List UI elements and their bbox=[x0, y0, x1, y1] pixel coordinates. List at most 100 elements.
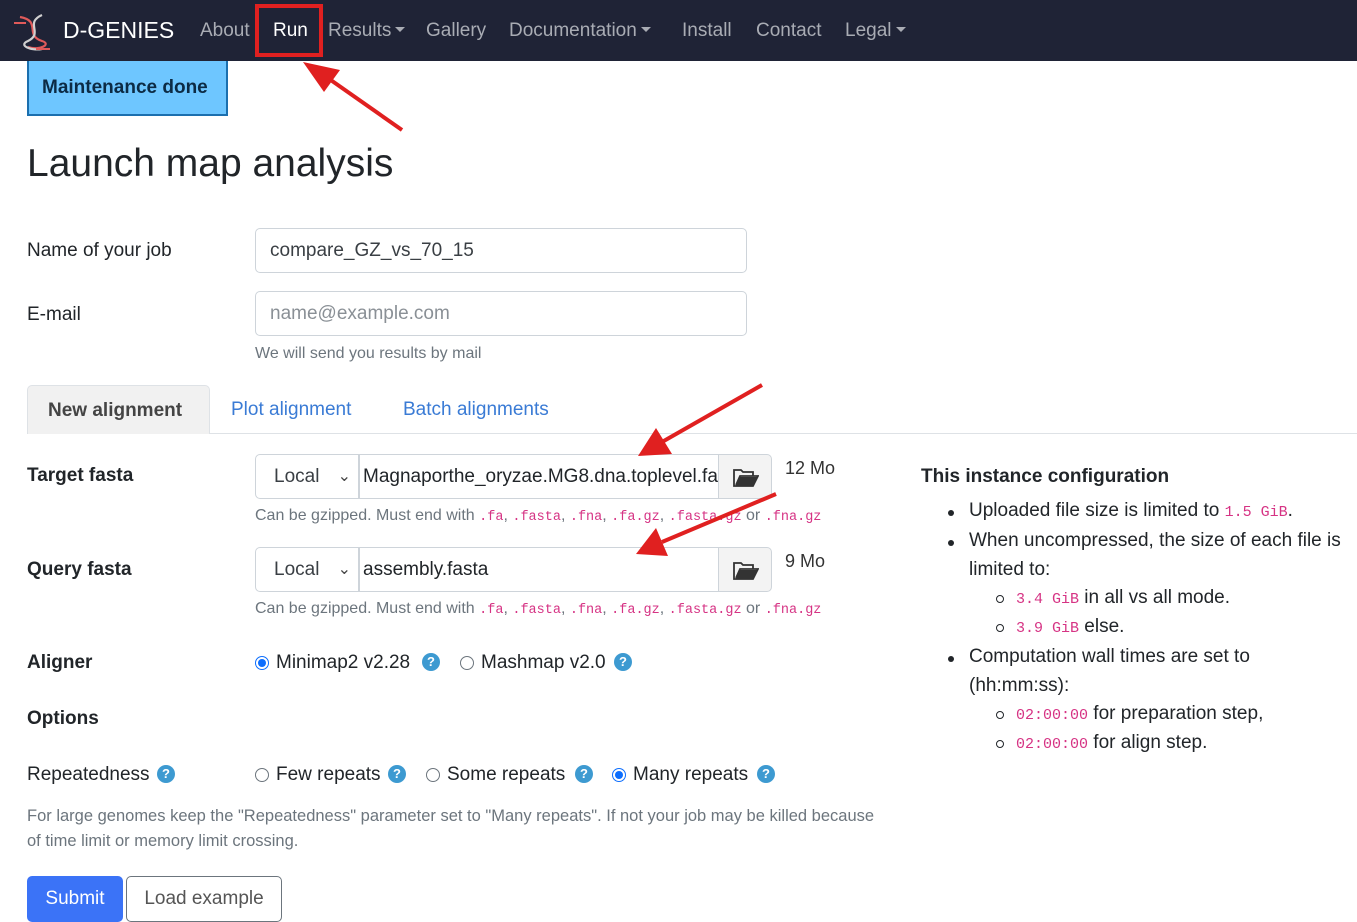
prep-suffix: for preparation step, bbox=[1093, 703, 1264, 724]
ext-fna: .fna bbox=[569, 603, 603, 618]
dgenies-logo-icon[interactable] bbox=[12, 11, 56, 53]
arrow-to-target-icon bbox=[638, 383, 763, 456]
nav-results-label: Results bbox=[328, 20, 392, 41]
config-wall-line1: Computation wall times are set to bbox=[969, 646, 1250, 667]
nav-legal-label: Legal bbox=[845, 20, 892, 41]
top-navbar: D-GENIES About Run Results Gallery Docum… bbox=[0, 0, 1357, 61]
help-prefix: Can be gzipped. Must end with bbox=[255, 600, 475, 617]
query-file-name[interactable]: assembly.fasta bbox=[359, 547, 719, 592]
list-bullet bbox=[948, 510, 954, 516]
aligner-minimap2-label[interactable]: Minimap2 v2.28 bbox=[276, 652, 410, 674]
query-browse-button[interactable] bbox=[718, 547, 772, 592]
chevron-down-icon: ⌄ bbox=[337, 468, 351, 485]
list-circle bbox=[996, 740, 1004, 748]
config-uncompressed-line1: When uncompressed, the size of each file… bbox=[969, 530, 1341, 551]
job-name-input[interactable]: compare_GZ_vs_70_15 bbox=[255, 228, 747, 273]
list-bullet bbox=[948, 656, 954, 662]
config-prep-time: 02:00:00 for preparation step, bbox=[1016, 703, 1263, 725]
target-browse-button[interactable] bbox=[718, 454, 772, 499]
aligner-minimap2-radio[interactable] bbox=[255, 656, 269, 670]
aligner-mashmap-label[interactable]: Mashmap v2.0 bbox=[481, 652, 606, 674]
nav-documentation-label: Documentation bbox=[509, 20, 637, 41]
prep-value: 02:00:00 bbox=[1016, 707, 1089, 724]
ext-fna-gz: .fna.gz bbox=[764, 603, 822, 618]
repeatedness-label: Repeatedness bbox=[27, 764, 150, 785]
target-file-size: 12 Mo bbox=[785, 458, 836, 478]
help-question-icon[interactable]: ? bbox=[757, 765, 775, 783]
brand-name[interactable]: D-GENIES bbox=[63, 17, 174, 44]
config-allvsall: 3.4 GiB in all vs all mode. bbox=[1016, 587, 1230, 609]
ext-fa: .fa bbox=[479, 510, 504, 525]
submit-button[interactable]: Submit bbox=[27, 876, 123, 922]
help-question-icon[interactable]: ? bbox=[157, 765, 175, 783]
chevron-down-icon bbox=[395, 27, 406, 32]
allvsall-suffix: in all vs all mode. bbox=[1084, 587, 1231, 608]
email-label: E-mail bbox=[27, 304, 81, 325]
nav-about[interactable]: About bbox=[200, 20, 250, 42]
chevron-down-icon bbox=[640, 27, 651, 32]
page-title: Launch map analysis bbox=[27, 142, 394, 185]
tab-plot-alignment[interactable]: Plot alignment bbox=[231, 399, 351, 421]
load-example-button[interactable]: Load example bbox=[126, 876, 282, 922]
ext-fa-gz: .fa.gz bbox=[611, 510, 660, 525]
tab-batch-alignments[interactable]: Batch alignments bbox=[403, 399, 549, 421]
config-title: This instance configuration bbox=[921, 466, 1170, 487]
aligner-mashmap-radio[interactable] bbox=[460, 656, 474, 670]
ext-fasta: .fasta bbox=[512, 603, 561, 618]
target-source-value: Local bbox=[274, 466, 320, 487]
help-question-icon[interactable]: ? bbox=[422, 653, 440, 671]
config-uncompressed-line2: limited to: bbox=[969, 559, 1051, 580]
target-help-text: Can be gzipped. Must end with .fa, .fast… bbox=[255, 507, 822, 525]
few-repeats-radio[interactable] bbox=[255, 768, 269, 782]
target-file-name[interactable]: Magnaporthe_oryzae.MG8.dna.toplevel.fa bbox=[359, 454, 719, 499]
else-value: 3.9 GiB bbox=[1016, 620, 1080, 637]
tab-new-alignment[interactable]: New alignment bbox=[27, 385, 210, 434]
ext-fasta: .fasta bbox=[512, 510, 561, 525]
tab-divider bbox=[27, 433, 1357, 434]
help-or: or bbox=[746, 600, 761, 617]
config-else: 3.9 GiB else. bbox=[1016, 616, 1124, 638]
few-repeats-label[interactable]: Few repeats bbox=[276, 764, 381, 786]
repeatedness-note: For large genomes keep the "Repeatedness… bbox=[27, 807, 875, 850]
email-input[interactable]: name@example.com bbox=[255, 291, 747, 336]
help-question-icon[interactable]: ? bbox=[575, 765, 593, 783]
list-circle bbox=[996, 595, 1004, 603]
target-source-select[interactable]: Local ⌄ bbox=[255, 454, 359, 499]
align-suffix: for align step. bbox=[1093, 732, 1208, 753]
some-repeats-radio[interactable] bbox=[426, 768, 440, 782]
nav-contact[interactable]: Contact bbox=[756, 20, 821, 42]
nav-results[interactable]: Results bbox=[328, 20, 406, 42]
some-repeats-label[interactable]: Some repeats bbox=[447, 764, 565, 786]
folder-open-icon bbox=[733, 469, 759, 487]
arrow-to-run-icon bbox=[303, 62, 404, 132]
aligner-label: Aligner bbox=[27, 652, 93, 673]
query-fasta-label: Query fasta bbox=[27, 559, 132, 580]
ext-fna: .fna bbox=[569, 510, 603, 525]
tab-new-alignment-label: New alignment bbox=[48, 400, 183, 421]
help-question-icon[interactable]: ? bbox=[388, 765, 406, 783]
list-circle bbox=[996, 711, 1004, 719]
nav-gallery[interactable]: Gallery bbox=[426, 20, 486, 42]
target-fasta-label: Target fasta bbox=[27, 465, 134, 486]
ext-fasta-gz: .fasta.gz bbox=[668, 510, 742, 525]
upload-suffix: . bbox=[1287, 500, 1293, 521]
nav-legal[interactable]: Legal bbox=[845, 20, 906, 42]
align-value: 02:00:00 bbox=[1016, 736, 1089, 753]
allvsall-value: 3.4 GiB bbox=[1016, 591, 1080, 608]
list-circle bbox=[996, 624, 1004, 632]
run-highlight-box bbox=[255, 4, 323, 57]
help-prefix: Can be gzipped. Must end with bbox=[255, 507, 475, 524]
query-help-text: Can be gzipped. Must end with .fa, .fast… bbox=[255, 600, 822, 618]
help-question-icon[interactable]: ? bbox=[614, 653, 632, 671]
nav-documentation[interactable]: Documentation bbox=[509, 20, 651, 42]
nav-install[interactable]: Install bbox=[682, 20, 732, 42]
list-bullet bbox=[948, 540, 954, 546]
many-repeats-radio[interactable] bbox=[612, 768, 626, 782]
config-align-time: 02:00:00 for align step. bbox=[1016, 732, 1207, 754]
ext-fa: .fa bbox=[479, 603, 504, 618]
ext-fa-gz: .fa.gz bbox=[611, 603, 660, 618]
many-repeats-label[interactable]: Many repeats bbox=[633, 764, 748, 786]
folder-open-icon bbox=[733, 562, 759, 580]
ext-fna-gz: .fna.gz bbox=[764, 510, 822, 525]
query-source-select[interactable]: Local ⌄ bbox=[255, 547, 359, 592]
